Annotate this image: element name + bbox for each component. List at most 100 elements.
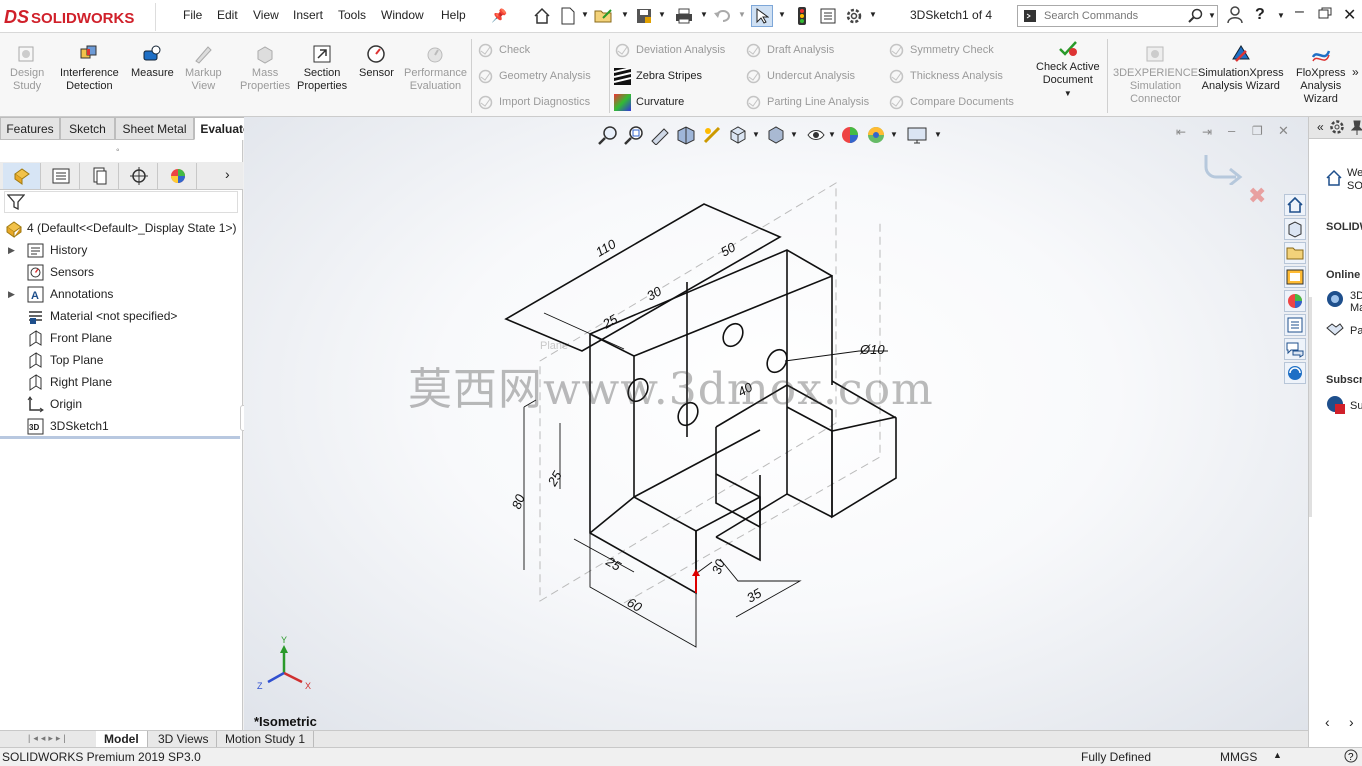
markup-view-button[interactable]: Markup View — [185, 43, 222, 93]
tree-item-top-plane[interactable]: Top Plane — [0, 349, 240, 371]
collapse-chevrons-icon[interactable]: « — [1317, 120, 1324, 134]
thickness-analysis-button[interactable]: Thickness Analysis — [884, 67, 1003, 85]
solidworks-forum-icon[interactable] — [1284, 338, 1306, 360]
status-help-icon[interactable]: ? — [1344, 749, 1358, 766]
menu-edit[interactable]: Edit — [217, 8, 238, 22]
more-commands-chevron-icon[interactable]: » — [1352, 65, 1359, 79]
view-palette-icon[interactable] — [1284, 266, 1306, 288]
curvature-button[interactable]: Curvature — [610, 93, 684, 111]
expand-arrow-icon[interactable]: ▶ — [8, 239, 15, 261]
task-pane-3d-marketplace-link[interactable]: 3D Ma — [1350, 290, 1362, 314]
propertymanager-tab-icon[interactable] — [42, 163, 80, 189]
tree-root-part[interactable]: 4 (Default<<Default>_Display State 1>) — [0, 217, 240, 239]
minimize-icon[interactable]: – — [1295, 3, 1304, 21]
menu-file[interactable]: File — [183, 8, 202, 22]
undo-icon[interactable] — [711, 5, 733, 27]
appearances-scenes-icon[interactable] — [1284, 290, 1306, 312]
menu-view[interactable]: View — [253, 8, 279, 22]
menu-tools[interactable]: Tools — [338, 8, 366, 22]
rollback-bar[interactable] — [0, 436, 240, 439]
task-pane-settings-gear-icon[interactable] — [1329, 119, 1345, 138]
file-explorer-icon[interactable] — [1284, 242, 1306, 264]
performance-evaluation-button[interactable]: Performance Evaluation — [404, 43, 467, 93]
check-button[interactable]: Check — [473, 41, 530, 59]
task-pane-home-icon[interactable] — [1325, 169, 1343, 190]
tree-item-front-plane[interactable]: Front Plane — [0, 327, 240, 349]
parting-line-analysis-button[interactable]: Parting Line Analysis — [741, 93, 869, 111]
interference-detection-button[interactable]: Interference Detection — [60, 43, 119, 93]
chevron-down-icon[interactable]: ▼ — [1277, 11, 1285, 20]
tree-item-right-plane[interactable]: Right Plane — [0, 371, 240, 393]
undercut-analysis-button[interactable]: Undercut Analysis — [741, 67, 855, 85]
chevron-down-icon[interactable]: ▼ — [869, 10, 877, 19]
mass-properties-button[interactable]: Mass Properties — [240, 43, 290, 93]
chevron-down-icon[interactable]: ▼ — [1208, 11, 1216, 20]
save-icon[interactable] — [633, 5, 655, 27]
user-account-icon[interactable] — [1227, 6, 1243, 27]
chevron-down-icon[interactable]: ▼ — [738, 10, 746, 19]
chevron-down-icon[interactable]: ▼ — [700, 10, 708, 19]
symmetry-check-button[interactable]: Symmetry Check — [884, 41, 994, 59]
tab-sheet-metal[interactable]: Sheet Metal — [115, 117, 194, 140]
floxpress-analysis-wizard-button[interactable]: FloXpress Analysis Wizard — [1296, 43, 1346, 106]
tree-item-history[interactable]: ▶ History — [0, 239, 240, 261]
task-pane-resize-handle[interactable] — [1309, 297, 1312, 517]
solidworks-logo[interactable]: DS SOLIDWORKS — [4, 3, 156, 31]
options-gear-icon[interactable] — [843, 5, 865, 27]
tree-item-annotations[interactable]: ▶ A Annotations — [0, 283, 240, 305]
sensor-button[interactable]: Sensor — [359, 43, 394, 80]
rebuild-traffic-light-icon[interactable] — [791, 5, 813, 27]
new-document-icon[interactable] — [557, 5, 579, 27]
select-arrow-icon[interactable] — [751, 5, 773, 27]
status-units[interactable]: MMGS — [1220, 750, 1257, 764]
3dcontentcentral-icon[interactable] — [1326, 290, 1344, 311]
chevron-down-icon[interactable]: ▼ — [778, 10, 786, 19]
bottom-tab-model[interactable]: Model — [96, 731, 148, 748]
compare-documents-button[interactable]: Compare Documents — [884, 93, 1014, 111]
chevron-down-icon[interactable]: ▼ — [658, 10, 666, 19]
bottom-tab-3d-views[interactable]: 3D Views — [150, 731, 218, 748]
file-properties-icon[interactable] — [817, 5, 839, 27]
task-pane-partner-link[interactable]: Pa — [1350, 325, 1362, 337]
dimxpert-tab-icon[interactable] — [120, 163, 158, 189]
print-icon[interactable] — [673, 5, 695, 27]
configurationmanager-tab-icon[interactable] — [81, 163, 119, 189]
units-chevron-up-icon[interactable]: ▲ — [1273, 750, 1282, 760]
tree-filter-field[interactable] — [4, 191, 238, 213]
3dexperience-marketplace-icon[interactable] — [1284, 362, 1306, 384]
expand-arrow-icon[interactable]: ▶ — [8, 283, 15, 305]
search-icon[interactable] — [1188, 8, 1204, 27]
custom-properties-icon[interactable] — [1284, 314, 1306, 336]
tree-item-origin[interactable]: Origin — [0, 393, 240, 415]
open-folder-icon[interactable] — [593, 5, 615, 27]
display-manager-tab-icon[interactable] — [159, 163, 197, 189]
tab-features[interactable]: Features — [0, 117, 60, 140]
bottom-tab-motion-study-1[interactable]: Motion Study 1 — [217, 731, 315, 748]
section-properties-button[interactable]: Section Properties — [297, 43, 347, 93]
menu-window[interactable]: Window — [381, 8, 424, 22]
tab-scroll-arrows-icon[interactable]: |◂◂▸▸| — [28, 733, 69, 744]
chevron-down-icon[interactable]: ▼ — [1036, 87, 1100, 100]
design-study-button[interactable]: Design Study — [10, 43, 44, 93]
task-pane-forward-icon[interactable]: › — [1349, 714, 1354, 730]
deviation-analysis-button[interactable]: Deviation Analysis — [610, 41, 725, 59]
menu-help[interactable]: Help — [441, 8, 466, 22]
zebra-stripes-button[interactable]: Zebra Stripes — [610, 67, 702, 85]
panel-splitter-handle[interactable]: ◦ — [116, 145, 120, 156]
measure-button[interactable]: Measure — [131, 43, 174, 80]
sketch-drawing[interactable]: Plane 110 50 30 25 Ø10 40 25 80 25 60 30… — [244, 117, 1308, 730]
subscription-services-icon[interactable] — [1326, 395, 1346, 418]
search-input[interactable]: Search Commands ▼ — [1017, 5, 1218, 27]
simulationxpress-analysis-wizard-button[interactable]: SimulationXpress Analysis Wizard — [1198, 43, 1284, 93]
task-pane-back-icon[interactable]: ‹ — [1325, 714, 1330, 730]
design-library-icon[interactable] — [1284, 218, 1306, 240]
task-pane-subscription-link[interactable]: Su — [1350, 400, 1362, 412]
task-pane-pin-icon[interactable] — [1350, 119, 1362, 138]
pin-icon[interactable]: 📌 — [491, 8, 507, 24]
chevron-down-icon[interactable]: ▼ — [621, 10, 629, 19]
home-icon[interactable] — [531, 5, 553, 27]
3dexperience-simulation-connector-button[interactable]: 3DEXPERIENCE Simulation Connector — [1113, 43, 1198, 106]
tree-item-sensors[interactable]: Sensors — [0, 261, 240, 283]
restore-icon[interactable] — [1318, 7, 1332, 22]
partner-solutions-icon[interactable] — [1326, 321, 1344, 340]
